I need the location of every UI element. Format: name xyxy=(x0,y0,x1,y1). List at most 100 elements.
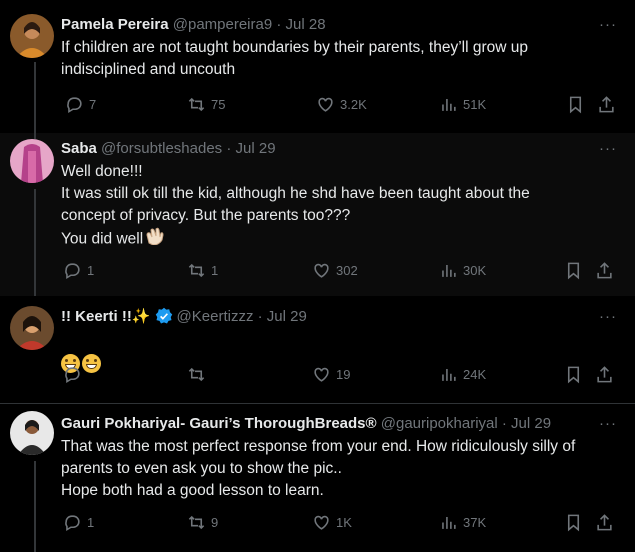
timestamp[interactable]: Jul 29 xyxy=(236,140,276,157)
tweet-gauri[interactable]: Gauri Pokhariyal- Gauri’s ThoroughBreads… xyxy=(0,405,635,552)
separator: · xyxy=(501,415,507,432)
retweet-count: 1 xyxy=(211,263,219,278)
share-icon xyxy=(597,95,621,114)
analytics-icon xyxy=(439,95,463,114)
share-button[interactable] xyxy=(595,513,619,532)
like-button[interactable]: 3.2K xyxy=(316,95,367,114)
like-button[interactable]: 1K xyxy=(312,513,352,532)
retweet-button[interactable]: 9 xyxy=(187,513,218,532)
tweet-header: Pamela Pereira @pampereira9 · Jul 28 xyxy=(61,15,615,35)
separator: · xyxy=(257,308,263,325)
clapping-hands-emoji xyxy=(145,227,165,252)
more-options-button[interactable]: ··· xyxy=(599,15,617,35)
handle[interactable]: @gauripokhariyal xyxy=(381,415,498,432)
display-name[interactable]: Gauri Pokhariyal- Gauri’s ThoroughBreads… xyxy=(61,415,377,432)
sparkles-emoji: ✨ xyxy=(131,308,151,325)
tweet-header: !! Keerti !!✨ @Keertizzz · Jul 29 xyxy=(61,307,615,327)
retweet-button[interactable] xyxy=(187,365,211,384)
display-name[interactable]: !! Keerti !! xyxy=(61,308,132,325)
heart-icon xyxy=(316,95,340,114)
handle[interactable]: @pampereira9 xyxy=(173,16,272,33)
bookmark-icon xyxy=(564,365,588,384)
views-count: 30K xyxy=(463,263,487,278)
tweet-text: Well done!!! It was still ok till the ki… xyxy=(61,161,615,252)
separator: · xyxy=(226,140,232,157)
thread-line xyxy=(34,133,36,139)
analytics-icon xyxy=(439,261,463,280)
views-button[interactable]: 51K xyxy=(439,95,486,114)
views-count: 51K xyxy=(463,97,487,112)
more-options-button[interactable]: ··· xyxy=(599,307,617,327)
reply-icon xyxy=(63,261,87,280)
handle[interactable]: @Keertizzz xyxy=(177,308,254,325)
views-button[interactable]: 30K xyxy=(439,261,486,280)
thread-line xyxy=(34,189,36,296)
like-count: 302 xyxy=(336,263,358,278)
timestamp[interactable]: Jul 29 xyxy=(267,308,307,325)
like-button[interactable]: 19 xyxy=(312,365,350,384)
avatar[interactable] xyxy=(10,139,54,183)
tweet-saba[interactable]: Saba @forsubtleshades · Jul 29 Well done… xyxy=(0,133,635,296)
retweet-count: 75 xyxy=(211,97,226,112)
reply-button[interactable]: 7 xyxy=(65,95,96,114)
bookmark-button[interactable] xyxy=(564,513,588,532)
more-options-button[interactable]: ··· xyxy=(599,414,617,434)
tweet-text: That was the most perfect response from … xyxy=(61,438,576,499)
display-name[interactable]: Pamela Pereira xyxy=(61,16,169,33)
share-button[interactable] xyxy=(595,261,619,280)
views-count: 37K xyxy=(463,515,487,530)
avatar[interactable] xyxy=(10,14,54,58)
bookmark-icon xyxy=(564,513,588,532)
retweet-button[interactable]: 1 xyxy=(187,261,218,280)
share-button[interactable] xyxy=(597,95,621,114)
tweet-text-body: Well done!!! It was still ok till the ki… xyxy=(61,163,530,248)
bookmark-button[interactable] xyxy=(564,365,588,384)
retweet-icon xyxy=(187,365,211,384)
avatar[interactable] xyxy=(10,306,54,350)
retweet-icon xyxy=(187,513,211,532)
timestamp[interactable]: Jul 29 xyxy=(511,415,551,432)
verified-badge-icon xyxy=(155,307,173,331)
reply-button[interactable]: 1 xyxy=(63,261,94,280)
views-button[interactable]: 37K xyxy=(439,513,486,532)
thread-line xyxy=(34,461,36,552)
share-icon xyxy=(595,261,619,280)
share-button[interactable] xyxy=(595,365,619,384)
thread-line xyxy=(34,62,36,133)
reply-button[interactable]: 1 xyxy=(63,513,94,532)
bookmark-icon xyxy=(564,261,588,280)
separator: · xyxy=(276,16,282,33)
more-options-button[interactable]: ··· xyxy=(599,139,617,159)
share-icon xyxy=(595,365,619,384)
views-button[interactable]: 24K xyxy=(439,365,486,384)
views-count: 24K xyxy=(463,367,487,382)
tweet-header: Gauri Pokhariyal- Gauri’s ThoroughBreads… xyxy=(61,414,615,434)
tweet-pamela[interactable]: Pamela Pereira @pampereira9 · Jul 28 If … xyxy=(0,0,635,133)
reply-count: 1 xyxy=(87,515,95,530)
reply-count: 1 xyxy=(87,263,95,278)
tweet-header: Saba @forsubtleshades · Jul 29 xyxy=(61,139,615,159)
heart-icon xyxy=(312,513,336,532)
bookmark-button[interactable] xyxy=(564,261,588,280)
timestamp[interactable]: Jul 28 xyxy=(286,16,326,33)
retweet-button[interactable]: 75 xyxy=(187,95,225,114)
reply-icon xyxy=(65,95,89,114)
bookmark-button[interactable] xyxy=(566,95,590,114)
tweet-keerti[interactable]: !! Keerti !!✨ @Keertizzz · Jul 29 ··· 19 … xyxy=(0,296,635,404)
display-name[interactable]: Saba xyxy=(61,140,97,157)
like-count: 19 xyxy=(336,367,351,382)
reply-count: 7 xyxy=(89,97,97,112)
avatar[interactable] xyxy=(10,411,54,455)
like-button[interactable]: 302 xyxy=(312,261,358,280)
like-count: 1K xyxy=(336,515,352,530)
tweet-text: If children are not taught boundaries by… xyxy=(61,39,528,78)
bookmark-icon xyxy=(566,95,590,114)
retweet-icon xyxy=(187,95,211,114)
handle[interactable]: @forsubtleshades xyxy=(101,140,222,157)
reply-button[interactable] xyxy=(63,365,87,384)
heart-icon xyxy=(312,365,336,384)
reply-icon xyxy=(63,513,87,532)
heart-icon xyxy=(312,261,336,280)
analytics-icon xyxy=(439,513,463,532)
reply-icon xyxy=(63,365,87,384)
